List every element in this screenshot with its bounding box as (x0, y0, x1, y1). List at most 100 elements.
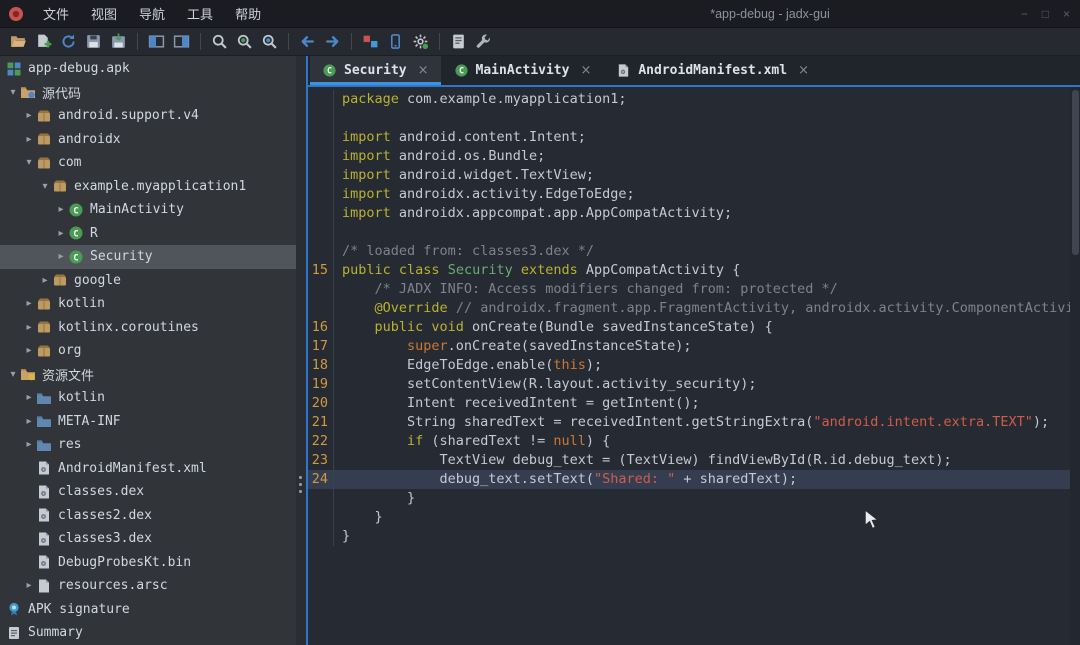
tree-item-resources[interactable]: ▾ 资源文件 (0, 363, 296, 387)
line-number[interactable]: 24 (308, 470, 334, 489)
tree-item-kotlinx-coroutines[interactable]: ▸ kotlinx.coroutines (0, 316, 296, 340)
line-number[interactable]: 23 (308, 451, 334, 470)
tree-item-google[interactable]: ▸ google (0, 269, 296, 293)
tree-item-res[interactable]: ▸ res (0, 433, 296, 457)
line-number[interactable] (308, 166, 334, 185)
tree-item-classes2-dex[interactable]: classes2.dex (0, 504, 296, 528)
chevron-right-icon[interactable]: ▸ (22, 392, 36, 403)
tree-item-debugprobeskt-bin[interactable]: DebugProbesKt.bin (0, 551, 296, 575)
tab-mainactivity[interactable]: C MainActivity × (442, 56, 604, 85)
tree-item-resources-arsc[interactable]: ▸ resources.arsc (0, 574, 296, 598)
deobfuscation-button[interactable] (358, 30, 383, 54)
menu-file[interactable]: 文件 (34, 1, 78, 26)
tree-item-app-debug-apk[interactable]: app-debug.apk (0, 57, 296, 81)
tree-item-apk-signature[interactable]: APK signature (0, 598, 296, 622)
add-files-button[interactable] (31, 30, 56, 54)
splitter-grip-icon[interactable] (299, 476, 302, 493)
line-number[interactable] (308, 185, 334, 204)
close-icon[interactable]: × (1063, 8, 1070, 20)
settings-button[interactable] (408, 30, 433, 54)
line-number[interactable] (308, 223, 334, 242)
tree-item-kotlin-folder[interactable]: ▸ kotlin (0, 386, 296, 410)
menu-tools[interactable]: 工具 (178, 1, 222, 26)
line-number[interactable]: 15 (308, 261, 334, 280)
tree-item-r[interactable]: ▸ C R (0, 222, 296, 246)
editor-scrollbar[interactable] (1070, 87, 1080, 645)
line-number[interactable]: 20 (308, 394, 334, 413)
line-number[interactable] (308, 147, 334, 166)
tree-item-androidmanifest-xml[interactable]: AndroidManifest.xml (0, 457, 296, 481)
chevron-right-icon[interactable]: ▸ (22, 416, 36, 427)
tree-item-example-myapplication1[interactable]: ▾ example.myapplication1 (0, 175, 296, 199)
sync-button[interactable] (169, 30, 194, 54)
tree-item-androidx[interactable]: ▸ androidx (0, 128, 296, 152)
tab-androidmanifest-xml[interactable]: AndroidManifest.xml × (604, 56, 821, 85)
line-number[interactable] (308, 90, 334, 109)
chevron-right-icon[interactable]: ▸ (22, 345, 36, 356)
device-button[interactable] (383, 30, 408, 54)
search-usage-button[interactable] (257, 30, 282, 54)
tab-close-icon[interactable]: × (798, 63, 809, 78)
tree-item-kotlin-pkg[interactable]: ▸ kotlin (0, 292, 296, 316)
search-text-button[interactable] (207, 30, 232, 54)
chevron-down-icon[interactable]: ▾ (38, 181, 52, 192)
chevron-right-icon[interactable]: ▸ (54, 251, 68, 262)
tree-item-classes3-dex[interactable]: classes3.dex (0, 527, 296, 551)
line-number[interactable] (308, 242, 334, 261)
line-number[interactable] (308, 128, 334, 147)
tree-item-org[interactable]: ▸ org (0, 339, 296, 363)
nav-forward-button[interactable] (320, 30, 345, 54)
menu-help[interactable]: 帮助 (226, 1, 270, 26)
tab-security[interactable]: C Security × (310, 56, 441, 85)
line-number[interactable] (308, 527, 334, 546)
line-number[interactable] (308, 204, 334, 223)
line-number[interactable]: 19 (308, 375, 334, 394)
project-tree[interactable]: app-debug.apk ▾ 源代码 ▸ android.support.v4 ▸ and… (0, 56, 296, 645)
search-class-button[interactable] (232, 30, 257, 54)
minimize-icon[interactable]: − (1021, 8, 1028, 20)
log-viewer-button[interactable] (446, 30, 471, 54)
chevron-right-icon[interactable]: ▸ (22, 134, 36, 145)
export-button[interactable] (106, 30, 131, 54)
chevron-right-icon[interactable]: ▸ (22, 439, 36, 450)
panel-splitter[interactable] (296, 56, 306, 645)
save-all-button[interactable] (81, 30, 106, 54)
chevron-right-icon[interactable]: ▸ (54, 204, 68, 215)
scrollbar-thumb[interactable] (1071, 90, 1079, 255)
line-number[interactable]: 16 (308, 318, 334, 337)
chevron-down-icon[interactable]: ▾ (6, 369, 20, 380)
chevron-right-icon[interactable]: ▸ (22, 580, 36, 591)
tree-item-mainactivity[interactable]: ▸ C MainActivity (0, 198, 296, 222)
tree-item-meta-inf[interactable]: ▸ META-INF (0, 410, 296, 434)
line-number[interactable] (308, 489, 334, 508)
menu-view[interactable]: 视图 (82, 1, 126, 26)
tree-item-com[interactable]: ▾ com (0, 151, 296, 175)
tree-item-source-code[interactable]: ▾ 源代码 (0, 81, 296, 105)
chevron-right-icon[interactable]: ▸ (38, 275, 52, 286)
chevron-down-icon[interactable]: ▾ (6, 87, 20, 98)
line-number[interactable] (308, 280, 334, 299)
chevron-right-icon[interactable]: ▸ (22, 298, 36, 309)
line-number[interactable] (308, 109, 334, 128)
tree-item-android-support-v4[interactable]: ▸ android.support.v4 (0, 104, 296, 128)
reload-button[interactable] (56, 30, 81, 54)
line-number[interactable] (308, 508, 334, 527)
preferences-button[interactable] (471, 30, 496, 54)
chevron-right-icon[interactable]: ▸ (22, 322, 36, 333)
nav-back-button[interactable] (295, 30, 320, 54)
line-number[interactable]: 18 (308, 356, 334, 375)
open-file-button[interactable] (6, 30, 31, 54)
tree-item-security[interactable]: ▸ C Security (0, 245, 296, 269)
tab-close-icon[interactable]: × (580, 63, 591, 78)
code-editor[interactable]: package com.example.myapplication1; impor… (308, 85, 1080, 645)
line-number[interactable]: 17 (308, 337, 334, 356)
menu-navigation[interactable]: 导航 (130, 1, 174, 26)
tree-item-summary[interactable]: Summary (0, 621, 296, 645)
chevron-right-icon[interactable]: ▸ (22, 110, 36, 121)
chevron-right-icon[interactable]: ▸ (54, 228, 68, 239)
tree-item-classes-dex[interactable]: classes.dex (0, 480, 296, 504)
panels-button[interactable] (144, 30, 169, 54)
tab-close-icon[interactable]: × (418, 63, 429, 78)
line-number[interactable] (308, 299, 334, 318)
chevron-down-icon[interactable]: ▾ (22, 157, 36, 168)
